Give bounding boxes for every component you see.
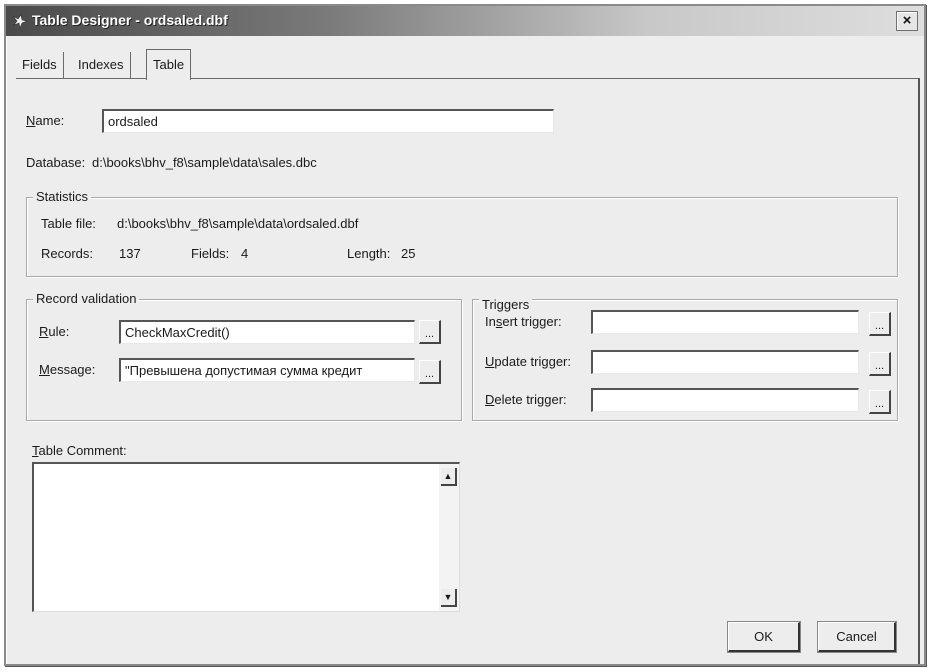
- fields-value: 4: [241, 246, 249, 261]
- name-label: Name:: [26, 113, 65, 128]
- insert-trigger-builder-button[interactable]: ...: [869, 312, 891, 336]
- record-validation-title: Record validation: [33, 291, 140, 306]
- table-comment-textarea[interactable]: ▲ ▼: [32, 462, 460, 612]
- fox-icon: [12, 14, 28, 29]
- message-builder-button[interactable]: ...: [419, 360, 441, 384]
- rule-label: Rule:: [39, 324, 70, 339]
- tab-fields[interactable]: Fields: [16, 52, 64, 78]
- triggers-group: Triggers Insert trigger: ... Update trig…: [472, 297, 898, 421]
- window-title: Table Designer - ordsaled.dbf: [32, 12, 228, 28]
- cancel-button[interactable]: Cancel: [817, 621, 897, 653]
- table-comment-label: Table Comment:: [32, 443, 127, 458]
- update-trigger-builder-button[interactable]: ...: [869, 352, 891, 376]
- table-file-path: d:\books\bhv_f8\sample\data\ordsaled.dbf: [117, 216, 359, 231]
- delete-trigger-label: Delete trigger:: [485, 392, 567, 407]
- rule-builder-button[interactable]: ...: [419, 320, 441, 344]
- delete-trigger-builder-button[interactable]: ...: [869, 390, 891, 414]
- close-button[interactable]: ×: [896, 11, 918, 31]
- ok-button[interactable]: OK: [727, 621, 801, 653]
- comment-scrollbar[interactable]: ▲ ▼: [439, 464, 459, 611]
- update-trigger-input[interactable]: [591, 350, 859, 374]
- records-value: 137: [119, 246, 141, 261]
- update-trigger-label: Update trigger:: [485, 354, 571, 369]
- length-value: 25: [401, 246, 416, 261]
- statistics-group: Statistics Table file: d:\books\bhv_f8\s…: [26, 189, 898, 277]
- tab-indexes[interactable]: Indexes: [72, 52, 131, 78]
- message-input[interactable]: "Превышена допустимая сумма кредит: [119, 358, 415, 382]
- tab-table[interactable]: Table: [146, 49, 192, 80]
- database-label: Database:: [26, 155, 86, 170]
- scroll-down-button[interactable]: ▼: [441, 589, 457, 607]
- records-label: Records:: [41, 246, 94, 261]
- table-designer-window: Table Designer - ordsaled.dbf × Fields I…: [4, 4, 926, 666]
- message-label: Message:: [39, 362, 96, 377]
- database-path: d:\books\bhv_f8\sample\data\sales.dbc: [92, 155, 317, 170]
- delete-trigger-input[interactable]: [591, 388, 859, 412]
- fields-label: Fields:: [191, 246, 230, 261]
- triggers-title: Triggers: [479, 297, 533, 312]
- name-input[interactable]: ordsaled: [102, 109, 554, 133]
- insert-trigger-input[interactable]: [591, 310, 859, 334]
- rule-input[interactable]: CheckMaxCredit(): [119, 320, 415, 344]
- record-validation-group: Record validation Rule: CheckMaxCredit()…: [26, 291, 462, 421]
- length-label: Length:: [347, 246, 391, 261]
- statistics-title: Statistics: [33, 189, 92, 204]
- insert-trigger-label: Insert trigger:: [485, 314, 562, 329]
- scroll-up-button[interactable]: ▲: [441, 468, 457, 486]
- table-file-label: Table file:: [41, 216, 96, 231]
- title-bar[interactable]: Table Designer - ordsaled.dbf ×: [6, 6, 924, 36]
